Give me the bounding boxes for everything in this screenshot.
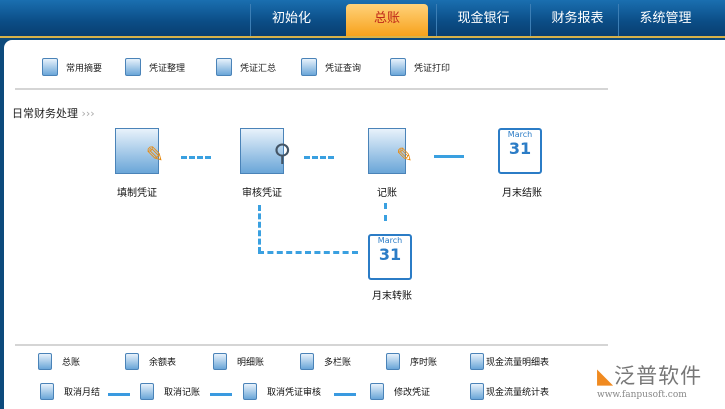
double-chevron-icon: ››› (81, 107, 95, 120)
calendar-day: 31 (378, 245, 402, 264)
fill-voucher-icon[interactable]: ✎ (115, 128, 164, 174)
divider (15, 344, 608, 346)
cancel-month-close[interactable]: 取消月结 (40, 383, 100, 400)
report-general-ledger[interactable]: 总账 (38, 353, 80, 370)
audit-voucher-icon[interactable]: ⚲ (240, 128, 291, 174)
multi-column-icon (300, 353, 314, 370)
label: 取消凭证审核 (267, 388, 322, 398)
flow-post-ledger[interactable]: 记账 (347, 184, 427, 199)
search-doc-icon (301, 58, 317, 76)
label: 余额表 (149, 358, 177, 368)
toolbar-voucher-query[interactable]: 凭证查询 (301, 58, 361, 76)
label: 总账 (62, 358, 81, 368)
label: 取消记账 (164, 388, 201, 398)
audit-icon (243, 383, 257, 400)
post-ledger-icon[interactable]: ✎ (368, 128, 413, 174)
cashflow-icon (470, 383, 484, 400)
section-title: 日常财务处理 ››› (12, 105, 95, 121)
edit-doc-icon (370, 383, 384, 400)
calendar-month: March (507, 130, 533, 139)
label: 常用摘要 (66, 63, 103, 74)
arrow-icon (334, 393, 356, 396)
report-journal[interactable]: 序时账 (386, 353, 437, 370)
detail-icon (213, 353, 227, 370)
toolbar-voucher-print[interactable]: 凭证打印 (390, 58, 450, 76)
flow-month-end-close[interactable]: 月末结账 (482, 184, 562, 199)
pencil-icon: ✎ (145, 143, 164, 168)
divider (15, 88, 608, 90)
flow-arrow (434, 155, 464, 158)
logo-url: www.fanpusoft.com (597, 390, 687, 400)
report-multi-column[interactable]: 多栏账 (300, 353, 351, 370)
arrow-icon (108, 393, 130, 396)
tab-init[interactable]: 初始化 (250, 4, 332, 36)
arrow-icon (210, 393, 232, 396)
print-icon (390, 58, 406, 76)
label: 多栏账 (324, 358, 352, 368)
toolbar-common-summary[interactable]: 常用摘要 (42, 58, 102, 76)
main-panel (4, 40, 725, 409)
cancel-posting[interactable]: 取消记账 (140, 383, 200, 400)
label: 现金流量明细表 (486, 358, 550, 368)
flow-arrow (181, 156, 211, 159)
toolbar-voucher-organize[interactable]: 凭证整理 (125, 58, 185, 76)
flow-arrow-up (258, 205, 261, 253)
flow-audit-voucher[interactable]: 审核凭证 (222, 184, 302, 199)
calendar-day: 31 (508, 139, 532, 158)
report-balance[interactable]: 余额表 (125, 353, 176, 370)
summary-icon (42, 58, 58, 76)
report-detail[interactable]: 明细账 (213, 353, 264, 370)
label: 取消月结 (64, 388, 101, 398)
logo-name: 泛普软件 (614, 364, 703, 388)
tab-cash-bank[interactable]: 现金银行 (436, 4, 530, 36)
ledger-edit-icon (140, 383, 154, 400)
summary-doc-icon (216, 58, 232, 76)
flow-fill-voucher[interactable]: 填制凭证 (97, 184, 177, 199)
flow-month-end-transfer[interactable]: 月末转账 (352, 287, 432, 302)
label: 凭证整理 (149, 63, 186, 74)
clock-icon (386, 353, 400, 370)
month-end-transfer-icon[interactable]: March 31 (368, 234, 412, 280)
tab-system-management[interactable]: 系统管理 (618, 4, 712, 36)
flow-arrow-down (384, 203, 387, 221)
toolbar-voucher-summary[interactable]: 凭证汇总 (216, 58, 276, 76)
cashflow-icon (470, 353, 484, 370)
magnifier-icon: ⚲ (273, 139, 291, 167)
label: 序时账 (410, 358, 438, 368)
cancel-voucher-audit[interactable]: 取消凭证审核 (243, 383, 321, 400)
balance-icon (125, 353, 139, 370)
ledger-icon (38, 353, 52, 370)
report-cashflow-statistics[interactable]: 现金流量统计表 (470, 383, 549, 400)
modify-voucher[interactable]: 修改凭证 (370, 383, 430, 400)
fanpusoft-logo: ◣泛普软件 www.fanpusoft.com (597, 360, 702, 400)
month-end-close-icon[interactable]: March 31 (498, 128, 542, 174)
label: 凭证打印 (414, 63, 451, 74)
flow-return-line (258, 251, 358, 254)
tab-general-ledger[interactable]: 总账 (346, 4, 428, 36)
label: 凭证查询 (325, 63, 362, 74)
label: 明细账 (237, 358, 265, 368)
calendar-icon (40, 383, 54, 400)
section-title-text: 日常财务处理 (12, 107, 78, 120)
pencil-icon: ✎ (396, 143, 413, 167)
organize-icon (125, 58, 141, 76)
logo-mark-icon: ◣ (597, 364, 615, 388)
label: 现金流量统计表 (486, 388, 550, 398)
tab-financial-reports[interactable]: 财务报表 (530, 4, 624, 36)
report-cashflow-detail[interactable]: 现金流量明细表 (470, 353, 549, 370)
flow-arrow (304, 156, 334, 159)
top-nav: 初始化 总账 现金银行 财务报表 系统管理 (0, 0, 725, 38)
calendar-month: March (377, 236, 403, 245)
label: 凭证汇总 (240, 63, 277, 74)
label: 修改凭证 (394, 388, 431, 398)
